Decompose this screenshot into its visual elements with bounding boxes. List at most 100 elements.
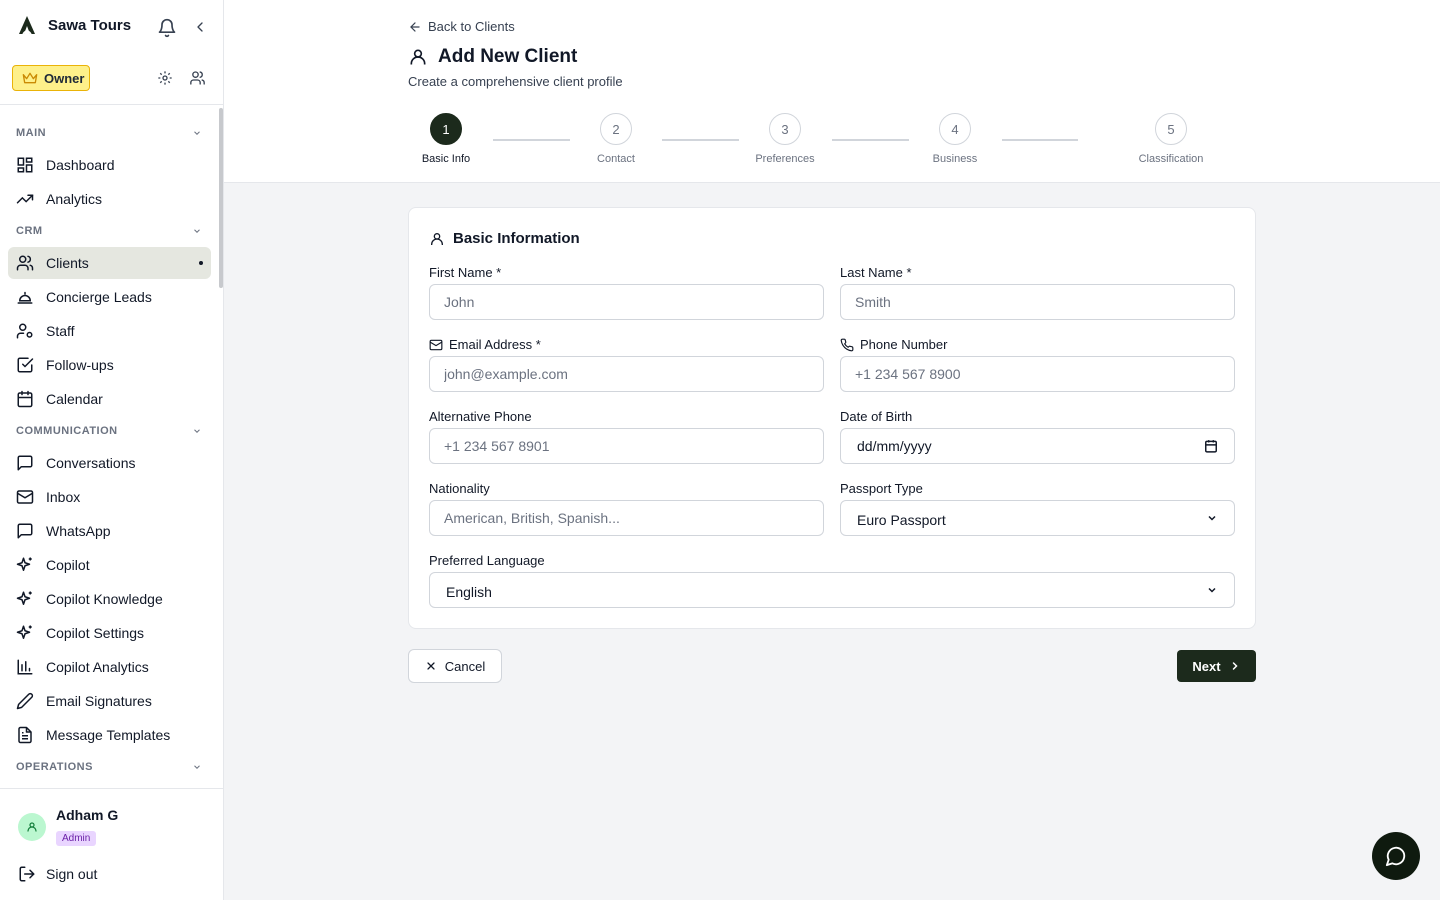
sidebar-item-label: Email Signatures	[46, 693, 152, 709]
back-link-label: Back to Clients	[428, 19, 515, 34]
sidebar-item-label: Copilot Knowledge	[46, 591, 163, 607]
last-name-input[interactable]	[840, 284, 1235, 320]
users-icon[interactable]	[189, 70, 206, 91]
nationality-input[interactable]	[429, 500, 824, 536]
sidebar-item-concierge-leads[interactable]: Concierge Leads	[8, 281, 211, 313]
page-header: Back to Clients Add New Client Create a …	[224, 0, 1440, 183]
dob-label: Date of Birth	[840, 409, 913, 424]
passport-type-select[interactable]: Euro Passport	[840, 500, 1235, 536]
email-label: Email Address *	[429, 337, 541, 352]
user-icon	[27, 822, 37, 832]
sidebar-scrollbar[interactable]	[219, 108, 223, 288]
sidebar-item-staff[interactable]: Staff	[8, 315, 211, 347]
step-number: 5	[1155, 113, 1187, 145]
chevron-down-icon[interactable]	[192, 423, 202, 441]
sidebar-item-label: Staff	[46, 323, 75, 339]
sign-out-label: Sign out	[46, 866, 98, 882]
section-operations: OPERATIONS	[16, 761, 93, 773]
brand-name: Sawa Tours	[48, 16, 132, 34]
sidebar-item-copilot-knowledge[interactable]: Copilot Knowledge	[8, 583, 211, 615]
sidebar-item-label: Inbox	[46, 489, 81, 505]
sidebar-item-message-templates[interactable]: Message Templates	[8, 719, 211, 751]
step-business[interactable]: 4 Business	[915, 113, 995, 165]
calendar-icon[interactable]	[1204, 439, 1218, 453]
pen-icon	[16, 692, 34, 710]
language-value: English	[446, 584, 492, 600]
file-text-icon	[18, 726, 32, 744]
sidebar: Sawa Tours Owner MAIN Dashboard Analytic…	[0, 0, 224, 900]
step-number: 2	[600, 113, 632, 145]
chevron-down-icon[interactable]	[192, 125, 202, 143]
language-select[interactable]: English	[429, 572, 1235, 608]
message-square-icon	[17, 455, 33, 471]
cancel-button[interactable]: Cancel	[408, 649, 502, 683]
step-preferences[interactable]: 3 Preferences	[745, 113, 825, 165]
gear-icon[interactable]	[157, 70, 173, 91]
sidebar-item-email-signatures[interactable]: Email Signatures	[8, 685, 211, 717]
crown-icon	[22, 72, 38, 84]
alt-phone-label: Alternative Phone	[429, 409, 532, 424]
phone-label-text: Phone Number	[860, 337, 948, 352]
first-name-input[interactable]	[429, 284, 824, 320]
sign-out-button[interactable]: Sign out	[18, 865, 97, 883]
calendar-icon	[17, 390, 33, 408]
sidebar-item-label: Concierge Leads	[46, 289, 152, 305]
phone-icon	[840, 338, 854, 351]
sidebar-item-clients[interactable]: Clients	[8, 247, 211, 279]
step-classification[interactable]: 5 Classification	[1131, 113, 1211, 165]
chevron-down-icon	[1208, 587, 1216, 593]
step-contact[interactable]: 2 Contact	[576, 113, 656, 165]
step-number: 3	[769, 113, 801, 145]
phone-input[interactable]	[840, 356, 1235, 392]
sidebar-item-whatsapp[interactable]: WhatsApp	[8, 515, 211, 547]
check-square-icon	[17, 357, 34, 373]
sidebar-item-inbox[interactable]: Inbox	[8, 481, 211, 513]
mail-icon	[16, 490, 34, 504]
step-connector	[832, 139, 909, 141]
section-main: MAIN	[16, 127, 47, 139]
mail-icon	[429, 339, 443, 350]
basic-information-card: Basic Information First Name * Last Name…	[408, 207, 1256, 629]
sidebar-item-follow-ups[interactable]: Follow-ups	[8, 349, 211, 381]
email-label-text: Email Address *	[449, 337, 541, 352]
chat-button[interactable]	[1372, 832, 1420, 880]
step-number: 4	[939, 113, 971, 145]
sidebar-item-copilot-settings[interactable]: Copilot Settings	[8, 617, 211, 649]
page-title: Add New Client	[408, 46, 577, 68]
dob-placeholder: dd/mm/yyyy	[857, 438, 932, 454]
passport-type-label: Passport Type	[840, 481, 923, 496]
chevron-down-icon[interactable]	[192, 759, 202, 777]
alt-phone-input[interactable]	[429, 428, 824, 464]
avatar[interactable]	[18, 813, 46, 841]
brand[interactable]: Sawa Tours	[16, 14, 131, 36]
message-circle-icon	[1385, 846, 1406, 867]
collapse-sidebar-icon[interactable]	[192, 19, 208, 40]
sidebar-item-analytics[interactable]: Analytics	[8, 183, 211, 215]
dob-input[interactable]: dd/mm/yyyy	[840, 428, 1235, 464]
email-input[interactable]	[429, 356, 824, 392]
sidebar-nav[interactable]: MAIN Dashboard Analytics CRM Clients Con…	[0, 104, 223, 788]
language-label: Preferred Language	[429, 553, 545, 568]
step-label: Basic Info	[421, 153, 471, 165]
nationality-label: Nationality	[429, 481, 490, 496]
chevron-down-icon[interactable]	[192, 223, 202, 241]
sidebar-item-copilot[interactable]: Copilot	[8, 549, 211, 581]
bar-chart-icon	[17, 659, 33, 675]
card-title-text: Basic Information	[453, 230, 580, 247]
step-label: Preferences	[755, 153, 815, 165]
sidebar-item-copilot-analytics[interactable]: Copilot Analytics	[8, 651, 211, 683]
next-button[interactable]: Next	[1177, 650, 1256, 682]
sidebar-item-label: Calendar	[46, 391, 103, 407]
sidebar-item-calendar[interactable]: Calendar	[8, 383, 211, 415]
back-to-clients-link[interactable]: Back to Clients	[408, 19, 515, 34]
step-basic-info[interactable]: 1 Basic Info	[406, 113, 486, 165]
first-name-label: First Name *	[429, 265, 502, 280]
sidebar-item-conversations[interactable]: Conversations	[8, 447, 211, 479]
sidebar-item-dashboard[interactable]: Dashboard	[8, 149, 211, 181]
sidebar-item-label: Message Templates	[46, 727, 171, 743]
sparkles-icon	[16, 625, 32, 639]
step-label: Contact	[597, 153, 635, 165]
bell-icon[interactable]	[157, 18, 177, 43]
step-connector	[1002, 139, 1078, 141]
sidebar-item-label: Copilot	[46, 557, 90, 573]
